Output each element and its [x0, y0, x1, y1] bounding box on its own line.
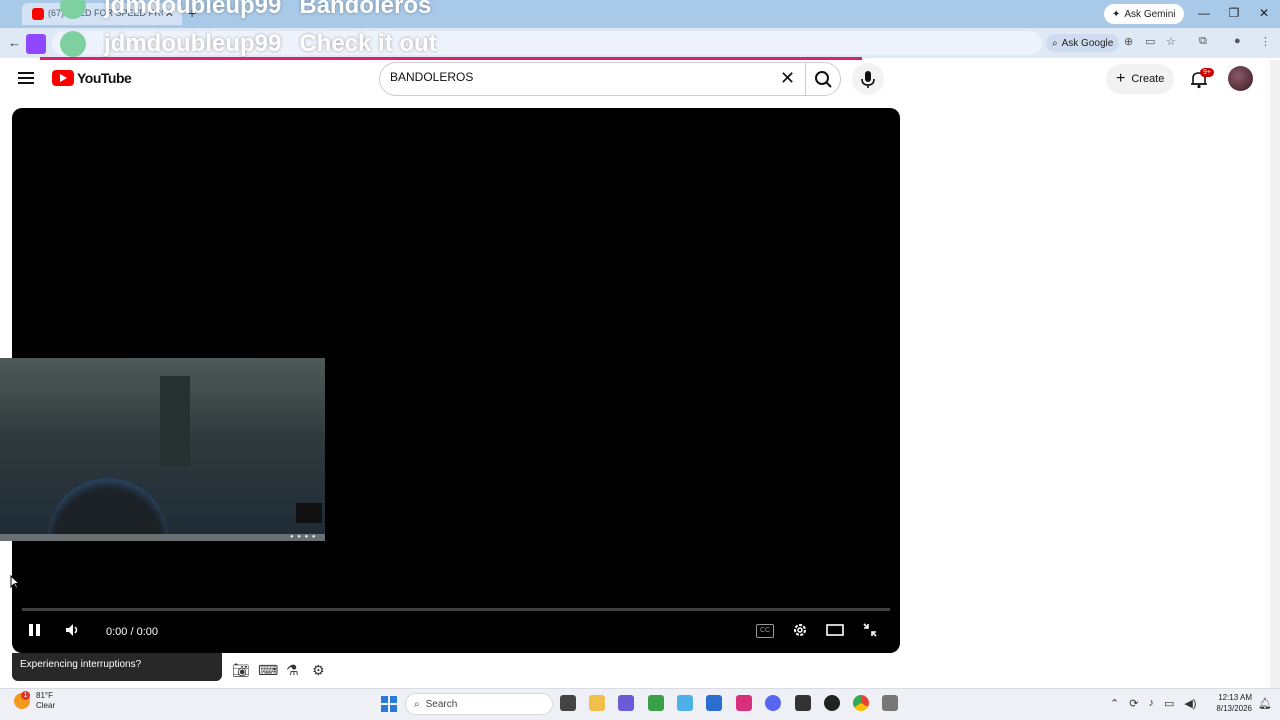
sparkle-icon: ✦ [1112, 8, 1121, 20]
voice-search-button[interactable] [852, 63, 884, 95]
search-icon [815, 71, 832, 88]
obs-icon[interactable] [824, 695, 840, 711]
windows-start-icon[interactable] [381, 696, 397, 712]
captions-button[interactable]: CC [756, 624, 774, 638]
chat-avatar-icon [60, 0, 86, 19]
notepad-icon[interactable] [882, 695, 898, 711]
youtube-logo[interactable]: YouTube [52, 70, 132, 86]
volume-icon[interactable] [64, 622, 80, 638]
webcam-person [48, 478, 168, 534]
more-menu-icon[interactable]: ⋮ [1260, 35, 1271, 48]
hamburger-menu-icon[interactable] [18, 72, 34, 84]
create-label: Create [1131, 73, 1165, 85]
speaker-icon[interactable]: ◀) [1184, 697, 1196, 710]
clear-search-icon[interactable]: ✕ [780, 68, 795, 89]
webcam-dots-icon: ● ● ● ● [290, 534, 317, 540]
weather-desc: Clear [36, 701, 56, 710]
taskbar-search-label: Search [425, 698, 458, 710]
windows-taskbar [0, 688, 1280, 720]
flask-icon[interactable]: ⚗ [286, 662, 299, 679]
interruptions-tooltip[interactable]: Experiencing interruptions? [12, 653, 222, 681]
zoom-icon[interactable]: ⊕ [1124, 35, 1133, 48]
microphone-icon [861, 71, 875, 88]
lens-icon: ⌕ [1052, 37, 1058, 49]
app-icon[interactable] [795, 695, 811, 711]
notifications-icon[interactable]: 🔔︎ [1258, 697, 1272, 710]
video-progress-bar[interactable] [22, 608, 890, 611]
keyboard-icon[interactable]: ⌨ [258, 662, 278, 679]
youtube-logo-text: YouTube [77, 70, 132, 86]
chat-user: jdmdoubleup99 [104, 0, 282, 19]
chat-message: Check it out [299, 30, 437, 57]
pause-icon[interactable] [28, 622, 42, 638]
gear-icon[interactable]: ⚙ [312, 662, 325, 679]
ask-gemini-button[interactable]: ✦ Ask Gemini [1104, 4, 1184, 24]
chat-user: jdmdoubleup99 [104, 30, 282, 57]
create-button[interactable]: + Create [1106, 64, 1175, 94]
instagram-icon[interactable] [736, 695, 752, 711]
sync-icon[interactable]: ⟳ [1129, 697, 1138, 710]
mouse-cursor-icon [10, 575, 20, 589]
ask-google-label: Ask Google [1061, 37, 1114, 49]
system-tray[interactable]: ⌃ ⟳ ♪ ▭ ◀) [1110, 697, 1196, 710]
profile-icon[interactable]: ● [1234, 35, 1241, 47]
back-arrow-icon[interactable]: ← [8, 35, 21, 50]
extensions-icon[interactable]: ⧉ [1199, 35, 1207, 48]
video-time: 0:00 / 0:00 [106, 626, 158, 638]
search-input[interactable] [390, 70, 770, 84]
taskbar-search[interactable]: ⌕ Search [405, 693, 553, 715]
chrome-icon[interactable] [853, 695, 869, 711]
fullscreen-exit-icon[interactable] [862, 622, 878, 638]
copilot-icon[interactable] [677, 695, 693, 711]
teams-icon[interactable] [618, 695, 634, 711]
minimize-button[interactable]: — [1194, 6, 1214, 20]
webcam-overlay [0, 358, 325, 534]
clock-time: 12:13 AM [1218, 693, 1252, 702]
theater-mode-icon[interactable] [826, 622, 844, 638]
restore-button[interactable]: ❐ [1224, 6, 1244, 20]
search-button[interactable] [805, 62, 841, 96]
twitch-icon [26, 34, 46, 54]
chevron-up-icon[interactable]: ⌃ [1110, 697, 1119, 710]
page-scrollbar[interactable] [1270, 60, 1280, 688]
chat-avatar-icon [60, 31, 86, 57]
ask-google-button[interactable]: ⌕ Ask Google [1046, 34, 1120, 52]
chat-message: Bandoleros [299, 0, 432, 19]
close-window-button[interactable]: ✕ [1254, 6, 1274, 20]
weather-temp: 81°F [36, 691, 53, 700]
discord-icon[interactable] [765, 695, 781, 711]
store-icon[interactable] [706, 695, 722, 711]
camera-icon[interactable]: 📷︎ [232, 662, 250, 679]
file-explorer-icon[interactable] [589, 695, 605, 711]
nvidia-icon[interactable] [648, 695, 664, 711]
mic-tray-icon[interactable]: ♪ [1148, 697, 1154, 710]
webcam-overlay-bar [0, 534, 325, 541]
account-avatar[interactable] [1228, 66, 1253, 91]
network-icon[interactable]: ▭ [1164, 697, 1174, 710]
weather-badge: 1 [21, 691, 30, 700]
clock-date: 8/13/2026 [1216, 704, 1252, 713]
webcam-overlay-tag [296, 503, 322, 523]
bookmark-star-icon[interactable]: ☆ [1166, 35, 1176, 48]
taskbar-clock[interactable]: 12:13 AM 8/13/2026 [1212, 692, 1252, 714]
task-view-icon[interactable] [560, 695, 576, 711]
settings-gear-icon[interactable] [792, 622, 808, 638]
youtube-favicon-icon [32, 8, 44, 20]
notification-badge: 9+ [1200, 68, 1214, 77]
chat-overlay-line: jdmdoubleup99 Bandoleros [60, 0, 431, 20]
search-box[interactable] [379, 62, 805, 96]
search-icon: ⌕ [414, 698, 420, 710]
chat-overlay-line: jdmdoubleup99 Check it out [60, 30, 437, 58]
cast-icon[interactable]: ▭ [1145, 35, 1155, 48]
youtube-play-icon [52, 70, 74, 86]
plus-icon: + [1116, 70, 1126, 87]
ask-gemini-label: Ask Gemini [1124, 8, 1176, 20]
